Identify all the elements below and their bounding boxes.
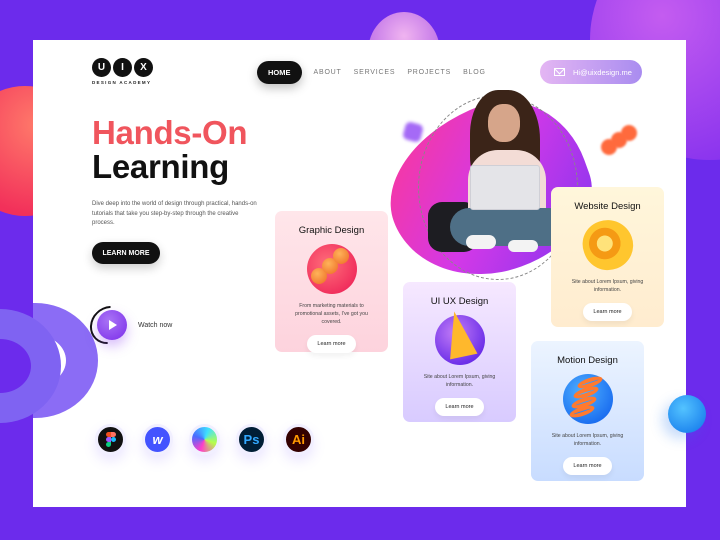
play-icon [109,320,117,330]
spiral-3d-icon [562,374,613,424]
logo-letter: U [92,58,111,77]
watch-now-label[interactable]: Watch now [138,322,172,329]
service-title: Graphic Design [298,225,365,236]
service-description: Site about Lorem Ipsum, giving informati… [423,374,496,388]
service-title: UI UX Design [430,296,489,307]
torus-decoration-outer [0,303,67,423]
service-card-website-design: Website Design Site about Lorem Ipsum, g… [551,187,664,327]
gradient-app-icon[interactable] [189,424,220,455]
service-description: Site about Lorem Ipsum, giving informati… [551,433,624,447]
service-card-motion-design: Motion Design Site about Lorem Ipsum, gi… [531,341,644,481]
webflow-icon[interactable]: w [142,424,173,455]
email-text: Hi@uixdesign.me [573,67,632,77]
hero-image-part [466,235,496,249]
service-title: Motion Design [557,355,618,366]
logo-letter: X [134,58,153,77]
nav-projects[interactable]: PROJECTS [407,69,451,76]
photoshop-icon[interactable]: Ps [236,424,267,455]
service-description: Site about Lorem Ipsum, giving informati… [571,279,644,293]
torus-3d-icon [575,212,640,278]
service-description: From marketing materials to promotional … [295,303,368,325]
watch-now[interactable]: Watch now [82,298,172,352]
email-button[interactable]: Hi@uixdesign.me [540,60,642,84]
service-card-ui-ux-design: UI UX Design Site about Lorem Ipsum, giv… [403,282,516,422]
laptop-icon [470,165,540,210]
hero-image-part [488,104,520,142]
hero-title-line2: Learning [92,148,229,185]
cube-decoration [401,120,425,144]
learn-more-button[interactable]: LEARN MORE [92,242,160,264]
hero-description: Dive deep into the world of design throu… [92,201,257,226]
nav-home[interactable]: HOME [257,61,302,84]
service-title: Website Design [574,201,641,212]
service-card-graphic-design: Graphic Design From marketing materials … [275,211,388,353]
hero-title-line1: Hands-On [92,114,248,151]
hero-image-part [508,240,538,252]
logo-subtitle: DESIGN ACADEMY [92,80,152,85]
figma-glyph [105,432,116,447]
beads-decoration [601,125,639,155]
nav-services[interactable]: SERVICES [354,69,396,76]
nav-blog[interactable]: BLOG [463,69,486,76]
figma-icon[interactable] [95,424,126,455]
play-button-wrap[interactable] [82,298,136,352]
cone-3d-icon [434,308,485,365]
play-button[interactable] [97,310,127,340]
logo-mark: U I X [92,58,153,77]
learn-more-link[interactable]: Learn more [583,303,632,321]
logo[interactable]: U I X DESIGN ACADEMY [92,58,153,85]
landing-page: U I X DESIGN ACADEMY HOME ABOUT SERVICES… [33,40,686,507]
blue-sphere-decoration [668,395,706,433]
illustrator-icon[interactable]: Ai [283,424,314,455]
logo-letter: I [113,58,132,77]
cone-shape [440,308,477,360]
page-content: U I X DESIGN ACADEMY HOME ABOUT SERVICES… [33,40,686,507]
spheres-3d-icon [306,244,357,294]
mail-icon [554,68,565,76]
tool-icons: w Ps Ai [95,424,314,455]
learn-more-link[interactable]: Learn more [435,398,484,416]
nav-about[interactable]: ABOUT [314,69,342,76]
learn-more-link[interactable]: Learn more [563,457,612,475]
learn-more-link[interactable]: Learn more [307,335,356,353]
main-nav: HOME ABOUT SERVICES PROJECTS BLOG [257,61,486,84]
